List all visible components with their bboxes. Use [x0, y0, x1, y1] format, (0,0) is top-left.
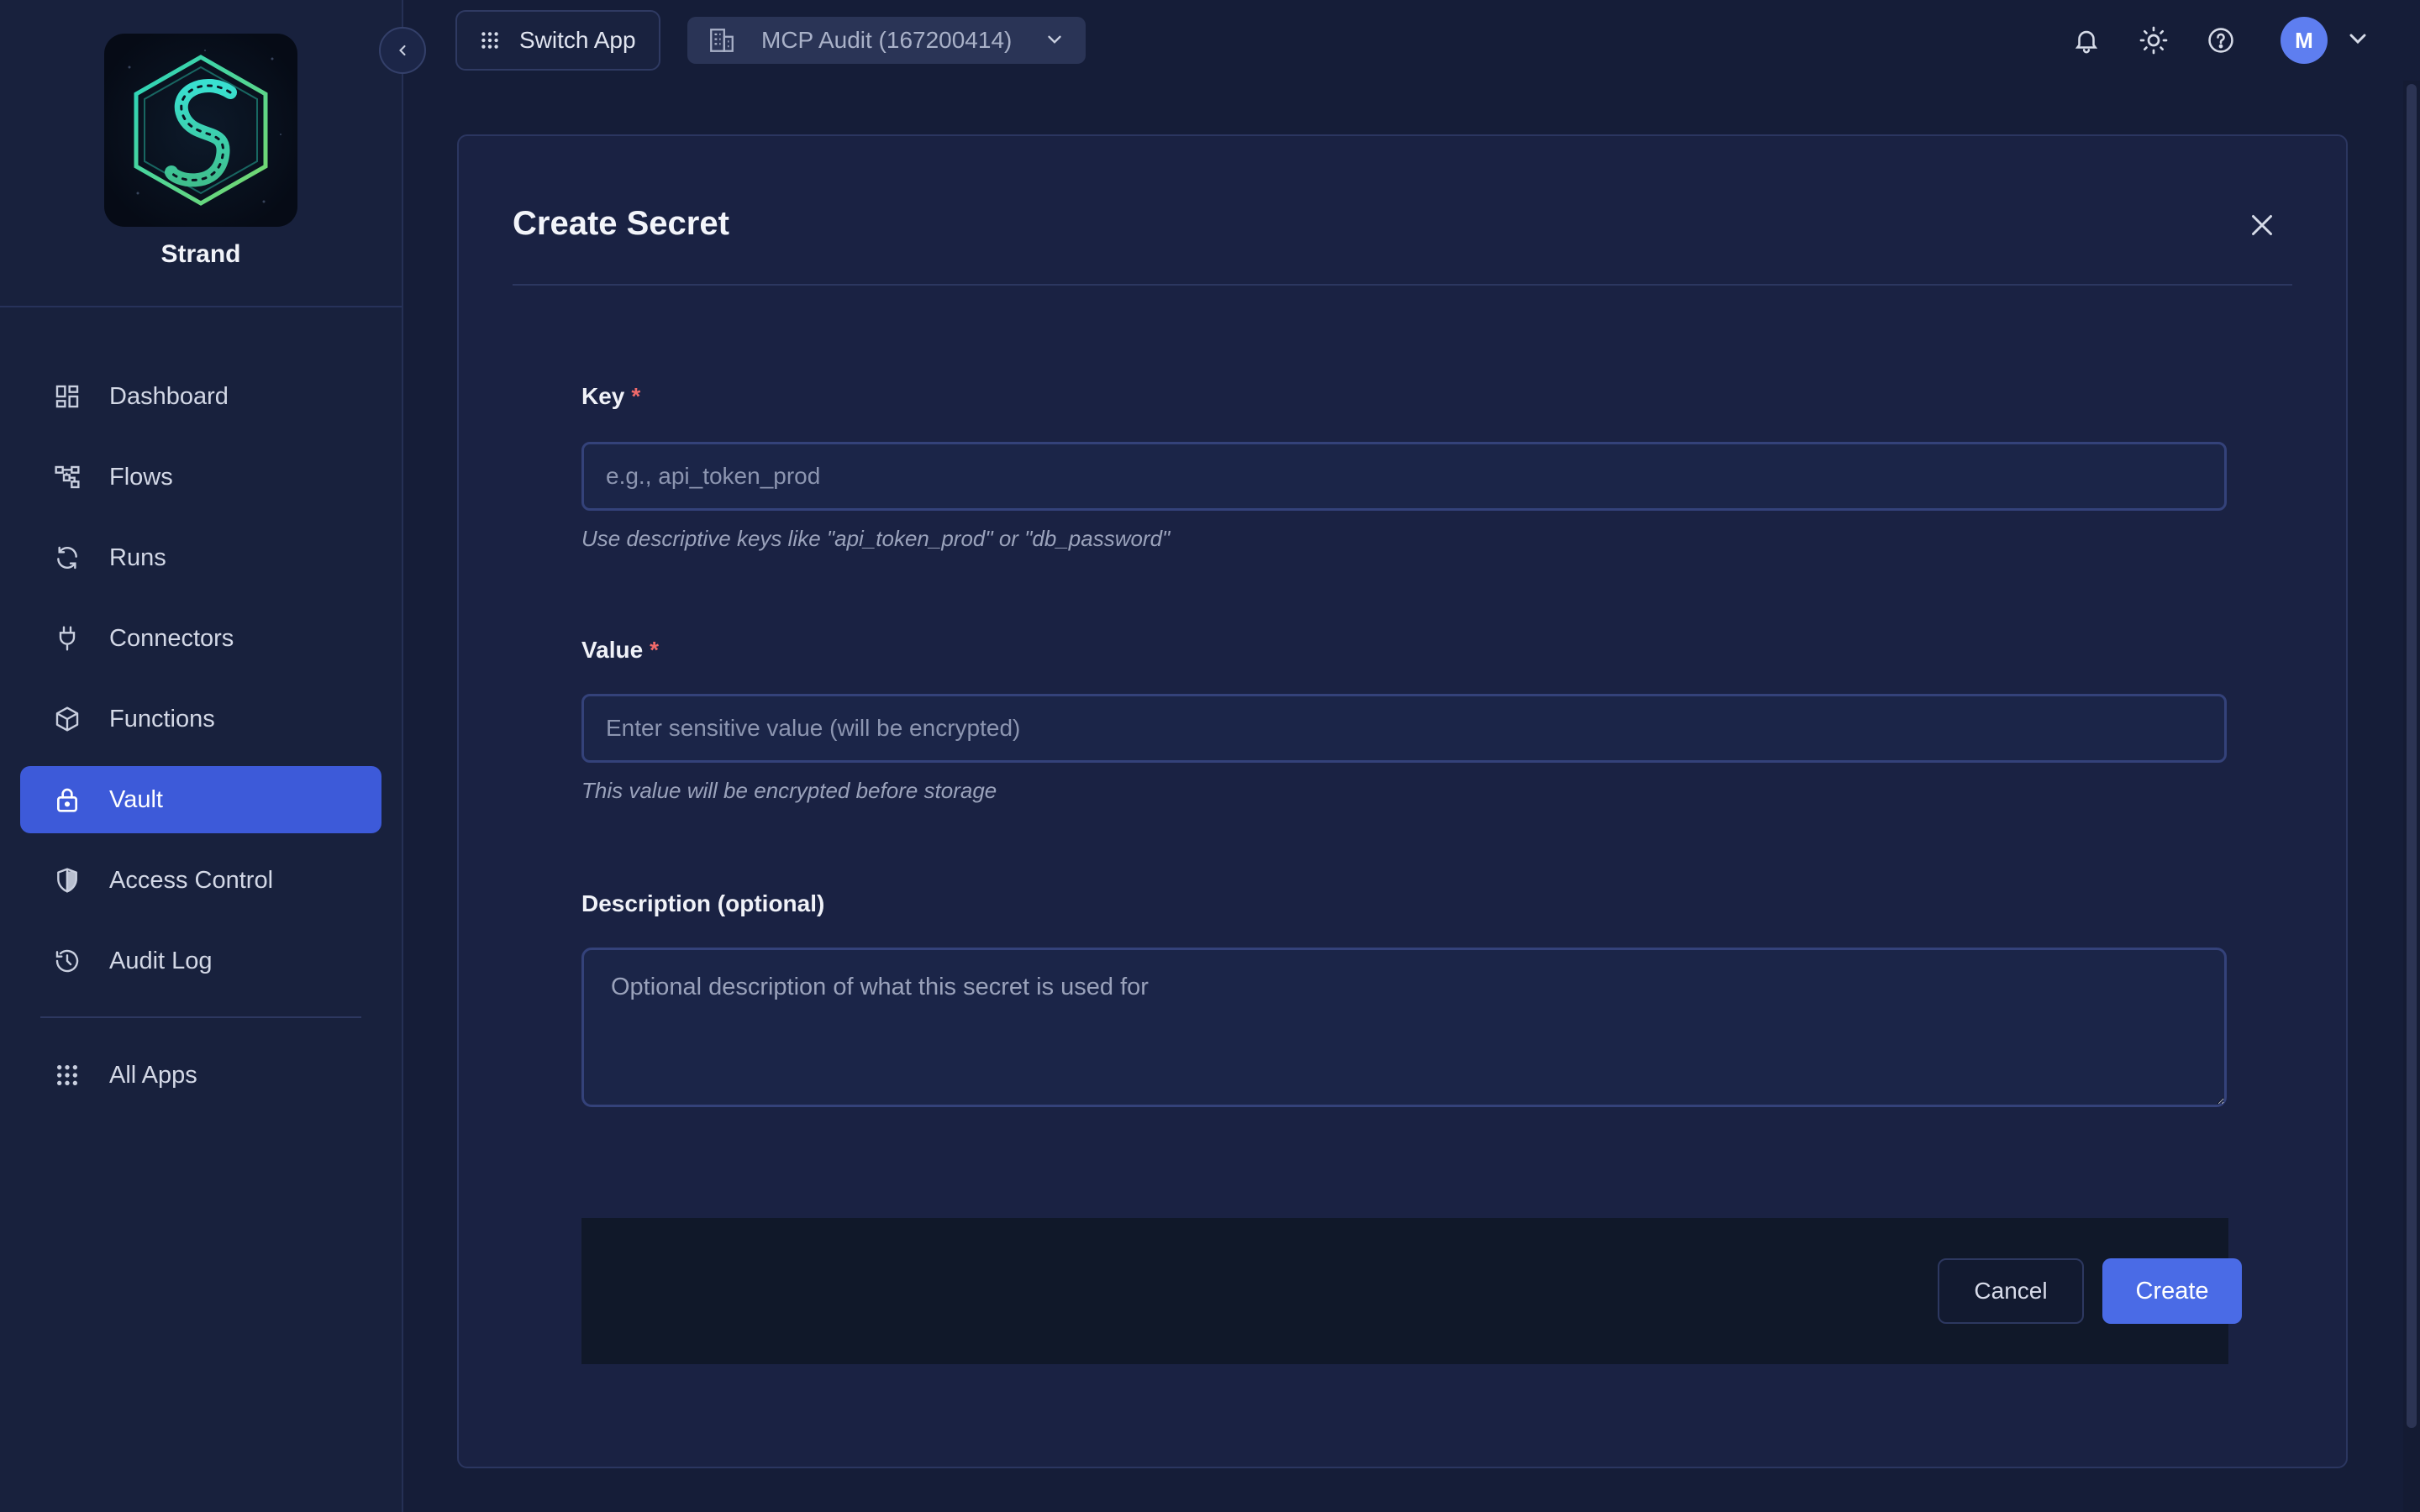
bell-icon: [2072, 26, 2101, 55]
sidebar-secondary: All Apps: [20, 1042, 381, 1122]
sidebar-item-flows[interactable]: Flows: [20, 444, 381, 511]
nav-divider: [40, 1016, 361, 1018]
sidebar-item-label: Dashboard: [109, 382, 229, 410]
dialog-divider: [513, 284, 2292, 286]
required-marker: *: [650, 637, 660, 663]
required-marker: *: [631, 383, 641, 409]
key-input[interactable]: [581, 442, 2227, 511]
chevron-down-icon: [1044, 29, 1065, 50]
app-logo: [104, 34, 297, 227]
close-icon: [2247, 210, 2277, 240]
sidebar-item-functions[interactable]: Functions: [20, 685, 381, 753]
sidebar-item-runs[interactable]: Runs: [20, 524, 381, 591]
sun-icon: [2139, 25, 2169, 55]
sidebar-item-label: Access Control: [109, 866, 274, 894]
runs-icon: [52, 543, 82, 573]
description-label: Description (optional): [581, 890, 825, 916]
dashboard-icon: [52, 381, 82, 412]
dialog-footer: Cancel Create: [581, 1218, 2242, 1364]
scrollbar-thumb[interactable]: [2407, 84, 2417, 1428]
value-input[interactable]: [581, 694, 2227, 763]
key-hint: Use descriptive keys like "api_token_pro…: [581, 526, 1171, 551]
lock-icon: [52, 785, 82, 815]
notifications-button[interactable]: [2068, 22, 2105, 59]
create-button[interactable]: Create: [2102, 1258, 2242, 1324]
plug-icon: [52, 623, 82, 654]
sidebar-nav: Dashboard Flows Runs Connectors Function…: [20, 363, 381, 1008]
chevron-left-icon: [394, 42, 411, 59]
flows-icon: [52, 462, 82, 492]
sidebar-item-dashboard[interactable]: Dashboard: [20, 363, 381, 430]
value-hint: This value will be encrypted before stor…: [581, 778, 997, 803]
sidebar-item-label: Functions: [109, 705, 215, 732]
building-icon: [708, 26, 736, 55]
cancel-button[interactable]: Cancel: [1938, 1258, 2084, 1324]
sidebar-item-label: Vault: [109, 785, 163, 813]
key-label-text: Key: [581, 383, 625, 409]
value-label: Value *: [581, 637, 659, 664]
close-button[interactable]: [2245, 208, 2279, 242]
sidebar-item-label: Connectors: [109, 624, 234, 652]
help-icon: [2207, 26, 2235, 55]
sidebar-item-access-control[interactable]: Access Control: [20, 847, 381, 914]
sidebar-item-connectors[interactable]: Connectors: [20, 605, 381, 672]
cube-icon: [52, 704, 82, 734]
sidebar-item-audit-log[interactable]: Audit Log: [20, 927, 381, 995]
theme-toggle-button[interactable]: [2135, 22, 2172, 59]
collapse-sidebar-button[interactable]: [379, 27, 426, 74]
chevron-down-icon[interactable]: [2344, 25, 2371, 52]
sidebar: Strand Dashboard Flows Runs Connectors F…: [0, 0, 403, 1512]
switch-app-button[interactable]: Switch App: [455, 10, 660, 71]
brand-header: Strand: [0, 0, 402, 307]
sidebar-item-label: Audit Log: [109, 947, 213, 974]
sidebar-item-label: Runs: [109, 543, 166, 571]
page-scrollbar[interactable]: [2403, 81, 2420, 1512]
grid-icon: [479, 29, 501, 51]
sidebar-item-all-apps[interactable]: All Apps: [20, 1042, 381, 1109]
help-button[interactable]: [2202, 22, 2239, 59]
sidebar-item-label: All Apps: [109, 1061, 197, 1089]
org-name: MCP Audit (167200414): [761, 27, 1013, 53]
shield-icon: [52, 865, 82, 895]
dialog-title: Create Secret: [513, 205, 729, 242]
org-selector[interactable]: MCP Audit (167200414): [687, 17, 1086, 64]
user-avatar[interactable]: M: [2281, 17, 2328, 64]
value-label-text: Value: [581, 637, 644, 663]
create-secret-dialog: Create Secret Key* Use descriptive keys …: [457, 134, 2348, 1468]
app-name: Strand: [160, 240, 241, 268]
switch-app-label: Switch App: [519, 27, 636, 53]
description-textarea[interactable]: [581, 948, 2227, 1107]
history-icon: [52, 946, 82, 976]
key-label: Key *: [581, 383, 640, 410]
sidebar-item-label: Flows: [109, 463, 173, 491]
sidebar-item-vault[interactable]: Vault: [20, 766, 381, 833]
grid-icon: [52, 1060, 82, 1090]
